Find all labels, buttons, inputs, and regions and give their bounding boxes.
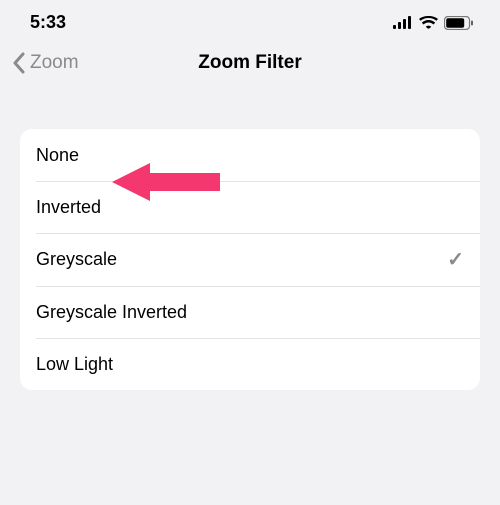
option-label: Greyscale Inverted <box>36 302 187 323</box>
status-time: 5:33 <box>30 12 66 33</box>
option-inverted[interactable]: Inverted <box>20 181 480 233</box>
option-label: Low Light <box>36 354 113 375</box>
options-list: None Inverted Greyscale ✓ Greyscale Inve… <box>20 129 480 390</box>
wifi-icon <box>419 16 438 29</box>
option-label: Greyscale <box>36 249 117 270</box>
cellular-icon <box>393 16 413 29</box>
chevron-left-icon <box>12 52 26 74</box>
option-none[interactable]: None <box>20 129 480 181</box>
checkmark-icon: ✓ <box>447 247 464 272</box>
nav-bar: Zoom Zoom Filter <box>0 39 500 87</box>
option-greyscale-inverted[interactable]: Greyscale Inverted <box>20 286 480 338</box>
battery-icon <box>444 16 474 30</box>
option-label: None <box>36 145 79 166</box>
page-title: Zoom Filter <box>198 52 301 74</box>
back-label: Zoom <box>30 52 79 74</box>
back-button[interactable]: Zoom <box>12 52 79 74</box>
option-label: Inverted <box>36 197 101 218</box>
status-bar: 5:33 <box>0 0 500 39</box>
option-low-light[interactable]: Low Light <box>20 338 480 390</box>
option-greyscale[interactable]: Greyscale ✓ <box>20 233 480 286</box>
status-indicators <box>393 16 474 30</box>
